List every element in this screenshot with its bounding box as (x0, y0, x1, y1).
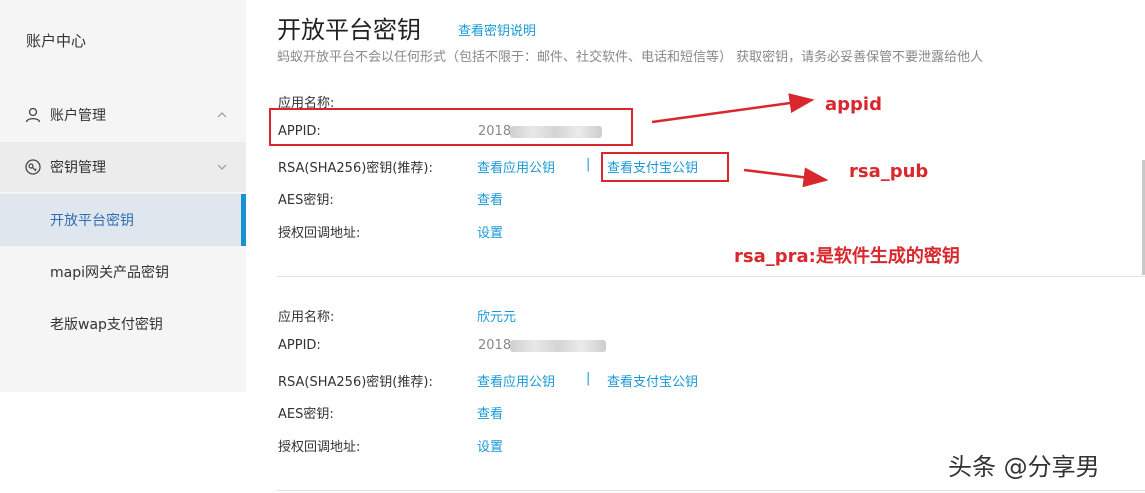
arrow-to-appid (651, 93, 815, 124)
annotation-appid: appid (825, 94, 882, 115)
watermark: 头条 @分享男 (948, 453, 1100, 481)
arrow-to-rsa-pub (743, 167, 829, 188)
annotation-arrows (651, 93, 829, 188)
annotation-rsa-pub: rsa_pub (849, 161, 929, 182)
annotation-rsa-pra: rsa_pra:是软件生成的密钥 (734, 246, 960, 267)
